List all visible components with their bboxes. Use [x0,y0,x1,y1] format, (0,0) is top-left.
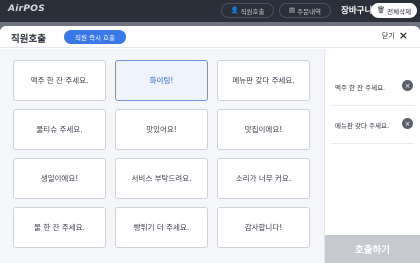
close-icon: × [398,29,408,42]
receipt-icon: ▤ [288,6,296,15]
remove-icon[interactable]: × [402,118,413,129]
cart-title: 장바구니 [341,6,373,16]
request-tile[interactable]: 감사합니다! [217,207,310,248]
clear-all-button[interactable]: 🗑 전체삭제 [371,3,417,18]
selected-request-label: 메뉴판 갖다 주세요. [335,122,390,130]
modal-header: 직원호출 직원 즉시 호출 닫기 × [0,26,420,48]
selected-request-item: 맥주 한 잔 주세요. × [325,73,420,106]
clear-all-label: 전체삭제 [387,7,412,16]
order-history-button[interactable]: ▤ 주문내역 [279,3,331,18]
request-tile[interactable]: 맛있어요! [115,109,208,150]
close-button[interactable]: 닫기 × [382,30,408,41]
request-tile[interactable]: 맥주 한 잔 주세요. [13,60,106,101]
remove-icon[interactable]: × [402,80,413,91]
person-icon: 👤 [230,6,239,15]
request-grid: 맥주 한 잔 주세요. 화이팅! 메뉴판 갖다 주세요. 물티슈 주세요. 맛있… [0,49,324,263]
close-label: 닫기 [381,31,395,40]
staff-call-label: 직원호출 [240,7,265,16]
request-tile[interactable]: 물 한 잔 주세요. [13,207,106,248]
staff-call-modal: 직원호출 직원 즉시 호출 닫기 × 맥주 한 잔 주세요. 화이팅! 메뉴판 … [0,26,420,263]
staff-call-button[interactable]: 👤 직원호출 [221,3,274,18]
selected-requests-panel: 맥주 한 잔 주세요. × 메뉴판 갖다 주세요. × 호출하기 [324,49,420,263]
request-tile[interactable]: 메뉴판 갖다 주세요. [217,60,310,101]
modal-title: 직원호출 [11,34,46,45]
top-bar: AirPOS 👤 직원호출 ▤ 주문내역 장바구니 🗑 전체삭제 [0,0,420,22]
selected-request-label: 맥주 한 잔 주세요. [335,84,386,92]
submit-call-button[interactable]: 호출하기 [325,235,420,263]
trash-icon: 🗑 [376,6,386,15]
call-now-button[interactable]: 직원 즉시 호출 [64,30,126,44]
request-tile[interactable]: 서비스 부탁드려요. [115,158,208,199]
request-tile[interactable]: 소리가 너무 커요. [217,158,310,199]
request-tile[interactable]: 생일이에요! [13,158,106,199]
request-tile-selected[interactable]: 화이팅! [115,60,208,101]
app-logo: AirPOS [8,4,46,14]
selected-request-item: 메뉴판 갖다 주세요. × [325,111,420,144]
request-tile[interactable]: 빵튀기 더 주세요. [115,207,208,248]
request-tile[interactable]: 맛집이에요! [217,109,310,150]
request-tile[interactable]: 물티슈 주세요. [13,109,106,150]
order-history-label: 주문내역 [297,7,322,16]
